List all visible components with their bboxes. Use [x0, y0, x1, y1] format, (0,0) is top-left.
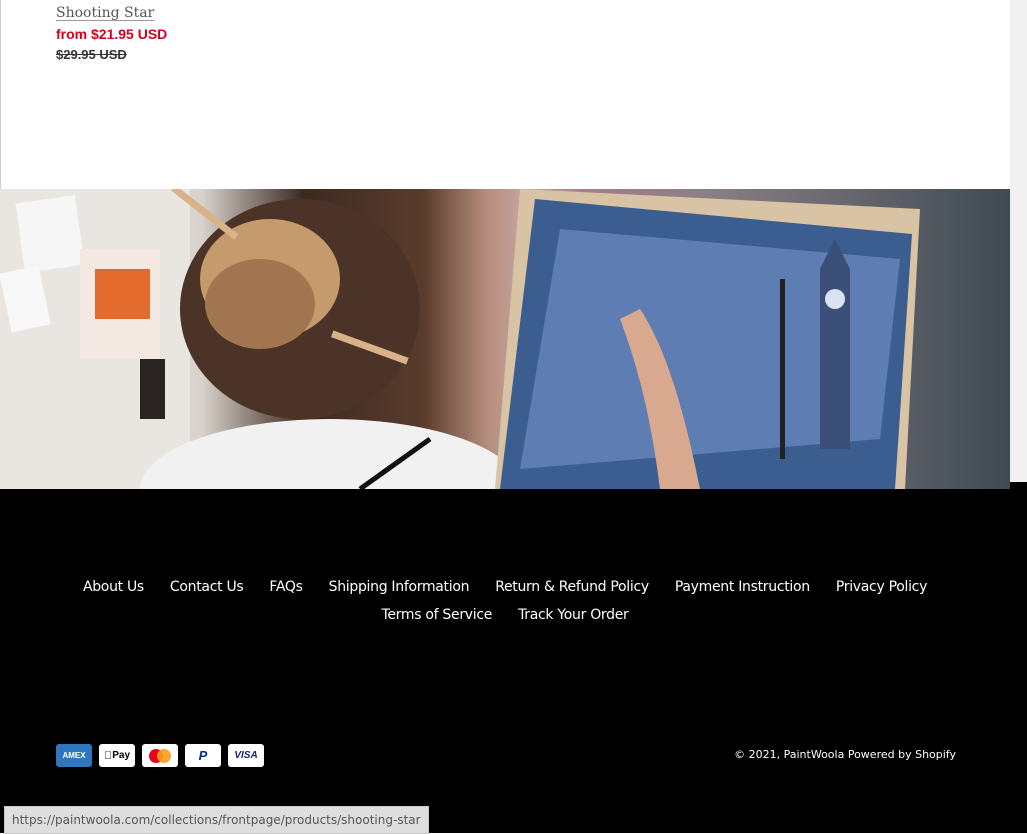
amex-icon: AMEX [56, 744, 92, 767]
footer-link-track-your-order[interactable]: Track Your Order [518, 607, 629, 623]
copyright-text[interactable]: © 2021, PaintWoola Powered by Shopify [734, 748, 956, 761]
footer-link-shipping-information[interactable]: Shipping Information [329, 579, 470, 595]
footer-nav-row-2: Terms of Service Track Your Order [0, 601, 1010, 629]
footer-link-privacy-policy[interactable]: Privacy Policy [836, 579, 928, 595]
paypal-icon: P [185, 744, 221, 767]
footer-link-about-us[interactable]: About Us [83, 579, 144, 595]
footer-link-faqs[interactable]: FAQs [269, 579, 303, 595]
footer-link-payment-instruction[interactable]: Payment Instruction [675, 579, 810, 595]
footer-link-return-refund-policy[interactable]: Return & Refund Policy [495, 579, 649, 595]
mastercard-icon [142, 744, 178, 767]
hero-illustration [0, 189, 920, 489]
footer-link-terms-of-service[interactable]: Terms of Service [382, 607, 493, 623]
page: Shooting Star from $21.95 USD $29.95 USD [0, 0, 1010, 833]
visa-icon: VISA [228, 744, 264, 767]
compare-price: $29.95 USD [56, 47, 127, 62]
product-title-link[interactable]: Shooting Star [56, 5, 167, 21]
scrollbar-thumb[interactable] [1010, 482, 1027, 833]
page-border [0, 0, 1, 190]
apple-pay-icon: Pay [99, 744, 135, 767]
payment-icons: AMEX Pay P VISA [56, 744, 264, 767]
footer-nav-row-1: About Us Contact Us FAQs Shipping Informati… [0, 573, 1010, 601]
status-bar-url: https://paintwoola.com/collections/front… [4, 806, 429, 834]
sale-price: from $21.95 USD [56, 26, 168, 42]
hero-image [0, 189, 1010, 489]
site-footer: About Us Contact Us FAQs Shipping Informati… [0, 489, 1010, 833]
product-card[interactable]: Shooting Star from $21.95 USD $29.95 USD [56, 5, 167, 62]
footer-nav: About Us Contact Us FAQs Shipping Informati… [0, 573, 1010, 629]
footer-link-contact-us[interactable]: Contact Us [170, 579, 244, 595]
